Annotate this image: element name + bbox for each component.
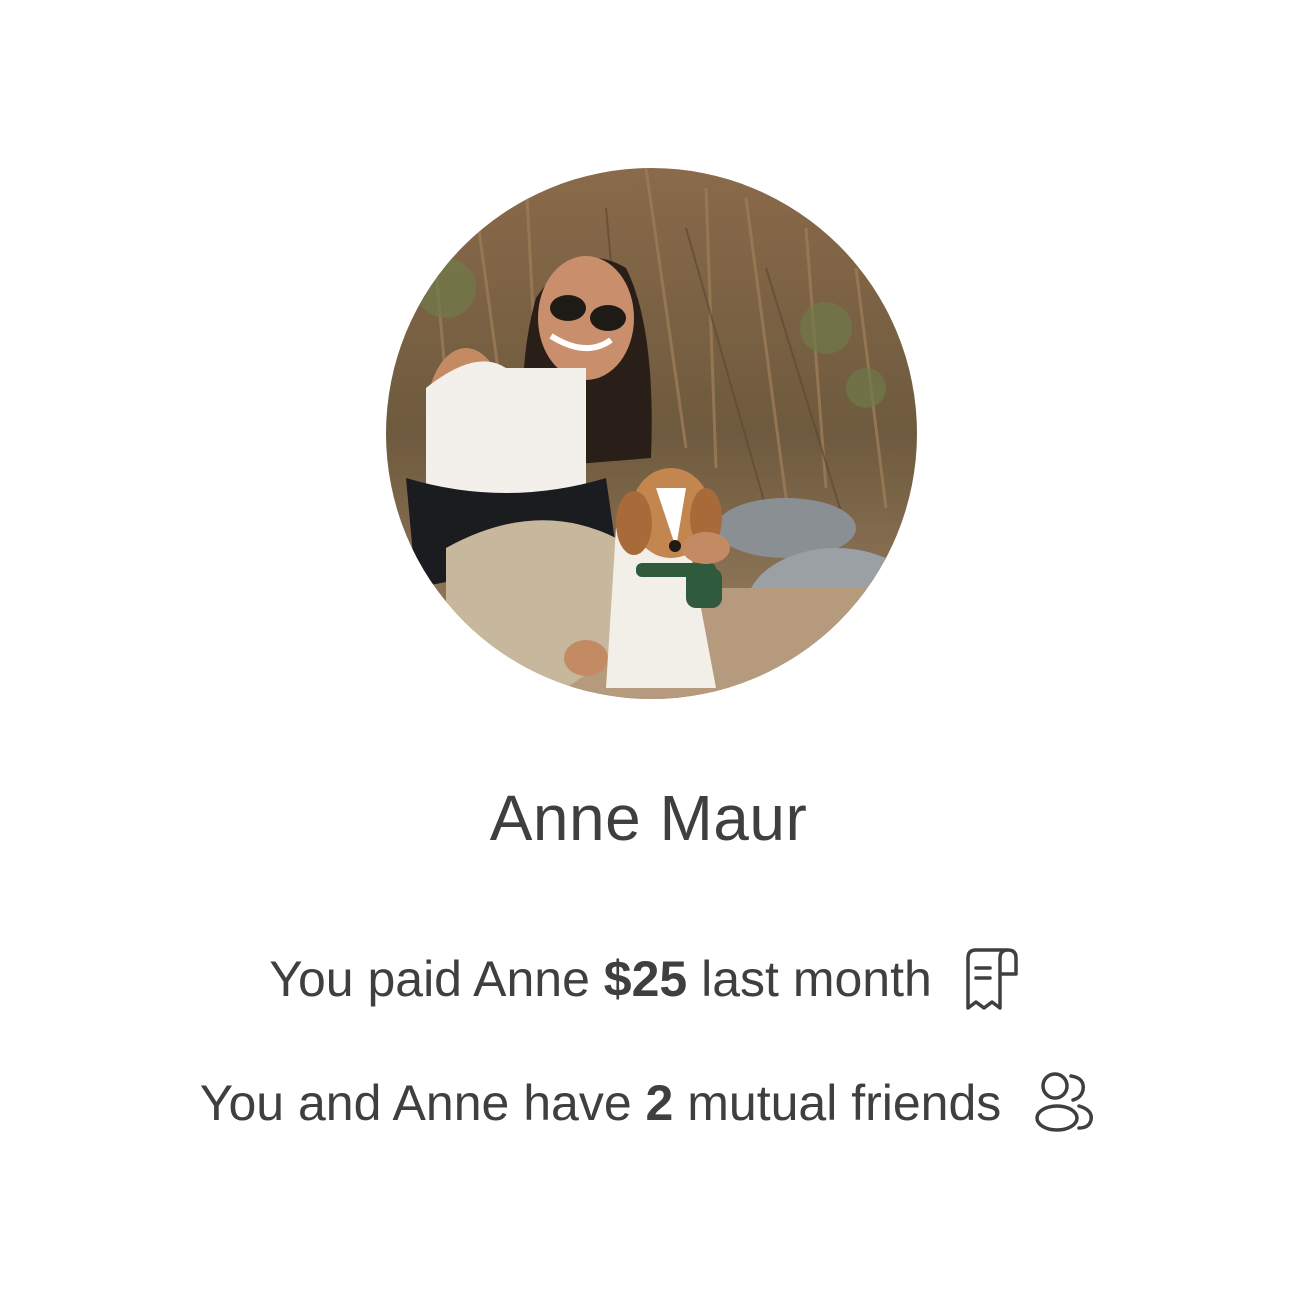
avatar [386, 168, 917, 699]
profile-name: Anne Maur [489, 782, 808, 854]
receipt-icon[interactable] [962, 946, 1028, 1012]
mutual-friends-summary: You and Anne have 2 mutual friends [0, 1070, 1297, 1136]
mutual-text-suffix: mutual friends [673, 1075, 1002, 1131]
users-icon[interactable] [1031, 1070, 1097, 1136]
payment-text-prefix: You paid Anne [269, 951, 604, 1007]
payment-summary: You paid Anne $25 last month [0, 946, 1297, 1012]
mutual-count: 2 [645, 1075, 674, 1131]
avatar-photo [386, 168, 917, 699]
payment-text-suffix: last month [687, 951, 932, 1007]
payment-amount: $25 [603, 951, 688, 1007]
mutual-text-prefix: You and Anne have [199, 1075, 646, 1131]
